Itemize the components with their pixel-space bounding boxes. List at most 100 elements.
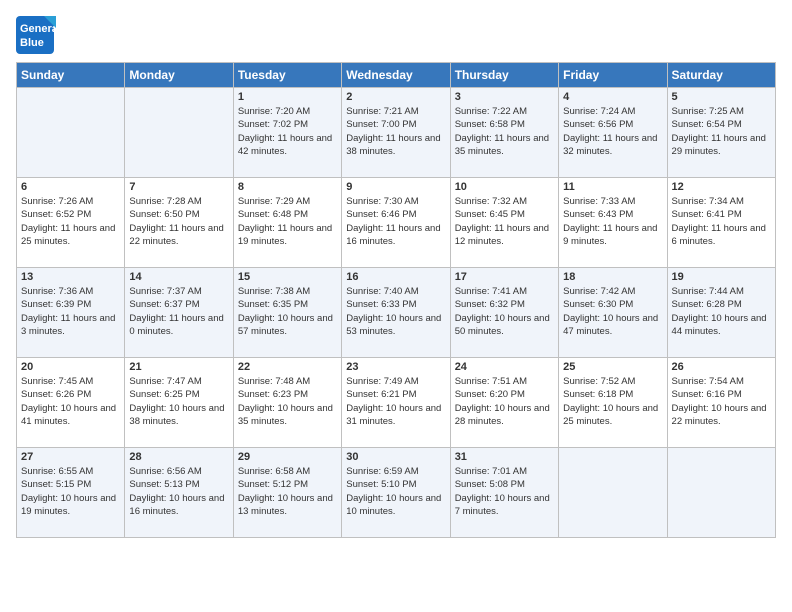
calendar-cell: 18 Sunrise: 7:42 AM Sunset: 6:30 PM Dayli…: [559, 268, 667, 358]
day-number: 19: [672, 271, 771, 283]
calendar-cell: 15 Sunrise: 7:38 AM Sunset: 6:35 PM Dayli…: [233, 268, 341, 358]
day-info: Sunrise: 7:48 AM Sunset: 6:23 PM Dayligh…: [238, 375, 337, 428]
logo-icon: General Blue: [16, 16, 56, 54]
day-info: Sunrise: 6:58 AM Sunset: 5:12 PM Dayligh…: [238, 465, 337, 518]
day-number: 8: [238, 181, 337, 193]
day-info: Sunrise: 7:34 AM Sunset: 6:41 PM Dayligh…: [672, 195, 771, 248]
day-number: 15: [238, 271, 337, 283]
calendar-cell: 23 Sunrise: 7:49 AM Sunset: 6:21 PM Dayli…: [342, 358, 450, 448]
calendar-week-row: 1 Sunrise: 7:20 AM Sunset: 7:02 PM Daylig…: [17, 88, 776, 178]
calendar-cell: 9 Sunrise: 7:30 AM Sunset: 6:46 PM Daylig…: [342, 178, 450, 268]
calendar-cell: 5 Sunrise: 7:25 AM Sunset: 6:54 PM Daylig…: [667, 88, 775, 178]
day-number: 26: [672, 361, 771, 373]
day-number: 1: [238, 91, 337, 103]
weekday-header-wednesday: Wednesday: [342, 63, 450, 88]
calendar-cell: 20Sunrise: 7:45 AM Sunset: 6:26 PM Dayli…: [17, 358, 125, 448]
calendar-cell: 1 Sunrise: 7:20 AM Sunset: 7:02 PM Daylig…: [233, 88, 341, 178]
calendar-cell: 21 Sunrise: 7:47 AM Sunset: 6:25 PM Dayli…: [125, 358, 233, 448]
day-number: 27: [21, 451, 120, 463]
svg-text:General: General: [20, 23, 56, 35]
day-info: Sunrise: 7:42 AM Sunset: 6:30 PM Dayligh…: [563, 285, 662, 338]
day-info: Sunrise: 6:56 AM Sunset: 5:13 PM Dayligh…: [129, 465, 228, 518]
day-number: 10: [455, 181, 554, 193]
calendar-cell: 22 Sunrise: 7:48 AM Sunset: 6:23 PM Dayli…: [233, 358, 341, 448]
calendar-cell: 14 Sunrise: 7:37 AM Sunset: 6:37 PM Dayli…: [125, 268, 233, 358]
weekday-header-tuesday: Tuesday: [233, 63, 341, 88]
day-number: 24: [455, 361, 554, 373]
calendar-cell: 2 Sunrise: 7:21 AM Sunset: 7:00 PM Daylig…: [342, 88, 450, 178]
day-info: Sunrise: 7:41 AM Sunset: 6:32 PM Dayligh…: [455, 285, 554, 338]
calendar-cell: 4 Sunrise: 7:24 AM Sunset: 6:56 PM Daylig…: [559, 88, 667, 178]
day-number: 29: [238, 451, 337, 463]
day-number: 11: [563, 181, 662, 193]
calendar-cell: 26 Sunrise: 7:54 AM Sunset: 6:16 PM Dayli…: [667, 358, 775, 448]
calendar-cell: 19Sunrise: 7:44 AM Sunset: 6:28 PM Dayli…: [667, 268, 775, 358]
day-info: Sunrise: 7:25 AM Sunset: 6:54 PM Dayligh…: [672, 105, 771, 158]
day-info: Sunrise: 7:49 AM Sunset: 6:21 PM Dayligh…: [346, 375, 445, 428]
day-number: 30: [346, 451, 445, 463]
day-number: 22: [238, 361, 337, 373]
day-number: 28: [129, 451, 228, 463]
day-info: Sunrise: 7:45 AM Sunset: 6:26 PM Dayligh…: [21, 375, 120, 428]
weekday-header-monday: Monday: [125, 63, 233, 88]
day-number: 31: [455, 451, 554, 463]
logo: General Blue: [16, 16, 56, 54]
day-info: Sunrise: 7:30 AM Sunset: 6:46 PM Dayligh…: [346, 195, 445, 248]
svg-text:Blue: Blue: [20, 37, 44, 49]
day-info: Sunrise: 7:52 AM Sunset: 6:18 PM Dayligh…: [563, 375, 662, 428]
day-info: Sunrise: 7:24 AM Sunset: 6:56 PM Dayligh…: [563, 105, 662, 158]
day-info: Sunrise: 7:21 AM Sunset: 7:00 PM Dayligh…: [346, 105, 445, 158]
calendar-week-row: 27Sunrise: 6:55 AM Sunset: 5:15 PM Dayli…: [17, 448, 776, 538]
day-number: 2: [346, 91, 445, 103]
day-number: 21: [129, 361, 228, 373]
day-info: Sunrise: 7:37 AM Sunset: 6:37 PM Dayligh…: [129, 285, 228, 338]
calendar-cell: [17, 88, 125, 178]
weekday-header-thursday: Thursday: [450, 63, 558, 88]
day-info: Sunrise: 7:26 AM Sunset: 6:52 PM Dayligh…: [21, 195, 120, 248]
day-info: Sunrise: 7:20 AM Sunset: 7:02 PM Dayligh…: [238, 105, 337, 158]
day-info: Sunrise: 7:28 AM Sunset: 6:50 PM Dayligh…: [129, 195, 228, 248]
calendar-cell: 29 Sunrise: 6:58 AM Sunset: 5:12 PM Dayli…: [233, 448, 341, 538]
day-number: 25: [563, 361, 662, 373]
day-info: Sunrise: 7:36 AM Sunset: 6:39 PM Dayligh…: [21, 285, 120, 338]
calendar-cell: 6 Sunrise: 7:26 AM Sunset: 6:52 PM Daylig…: [17, 178, 125, 268]
day-number: 14: [129, 271, 228, 283]
calendar-cell: 11 Sunrise: 7:33 AM Sunset: 6:43 PM Dayli…: [559, 178, 667, 268]
day-info: Sunrise: 7:32 AM Sunset: 6:45 PM Dayligh…: [455, 195, 554, 248]
day-info: Sunrise: 7:29 AM Sunset: 6:48 PM Dayligh…: [238, 195, 337, 248]
day-info: Sunrise: 7:54 AM Sunset: 6:16 PM Dayligh…: [672, 375, 771, 428]
calendar-cell: [667, 448, 775, 538]
day-info: Sunrise: 7:38 AM Sunset: 6:35 PM Dayligh…: [238, 285, 337, 338]
calendar-cell: 8 Sunrise: 7:29 AM Sunset: 6:48 PM Daylig…: [233, 178, 341, 268]
day-info: Sunrise: 7:47 AM Sunset: 6:25 PM Dayligh…: [129, 375, 228, 428]
day-info: Sunrise: 7:33 AM Sunset: 6:43 PM Dayligh…: [563, 195, 662, 248]
weekday-header-sunday: Sunday: [17, 63, 125, 88]
calendar-cell: 10 Sunrise: 7:32 AM Sunset: 6:45 PM Dayli…: [450, 178, 558, 268]
day-number: 18: [563, 271, 662, 283]
calendar-header-row: SundayMondayTuesdayWednesdayThursdayFrid…: [17, 63, 776, 88]
calendar-cell: 30Sunrise: 6:59 AM Sunset: 5:10 PM Dayli…: [342, 448, 450, 538]
day-number: 9: [346, 181, 445, 193]
day-number: 6: [21, 181, 120, 193]
calendar-cell: [559, 448, 667, 538]
day-info: Sunrise: 7:22 AM Sunset: 6:58 PM Dayligh…: [455, 105, 554, 158]
calendar-cell: 16Sunrise: 7:40 AM Sunset: 6:33 PM Dayli…: [342, 268, 450, 358]
day-info: Sunrise: 7:51 AM Sunset: 6:20 PM Dayligh…: [455, 375, 554, 428]
calendar-cell: 31 Sunrise: 7:01 AM Sunset: 5:08 PM Dayli…: [450, 448, 558, 538]
day-number: 23: [346, 361, 445, 373]
day-number: 3: [455, 91, 554, 103]
calendar-cell: 27Sunrise: 6:55 AM Sunset: 5:15 PM Dayli…: [17, 448, 125, 538]
day-number: 13: [21, 271, 120, 283]
day-number: 16: [346, 271, 445, 283]
day-info: Sunrise: 7:01 AM Sunset: 5:08 PM Dayligh…: [455, 465, 554, 518]
calendar-cell: 12 Sunrise: 7:34 AM Sunset: 6:41 PM Dayli…: [667, 178, 775, 268]
day-number: 5: [672, 91, 771, 103]
day-number: 12: [672, 181, 771, 193]
calendar-cell: 24 Sunrise: 7:51 AM Sunset: 6:20 PM Dayli…: [450, 358, 558, 448]
calendar-cell: 3 Sunrise: 7:22 AM Sunset: 6:58 PM Daylig…: [450, 88, 558, 178]
day-number: 4: [563, 91, 662, 103]
day-number: 7: [129, 181, 228, 193]
calendar-cell: 7 Sunrise: 7:28 AM Sunset: 6:50 PM Daylig…: [125, 178, 233, 268]
calendar-cell: 28 Sunrise: 6:56 AM Sunset: 5:13 PM Dayli…: [125, 448, 233, 538]
calendar-table: SundayMondayTuesdayWednesdayThursdayFrid…: [16, 62, 776, 538]
